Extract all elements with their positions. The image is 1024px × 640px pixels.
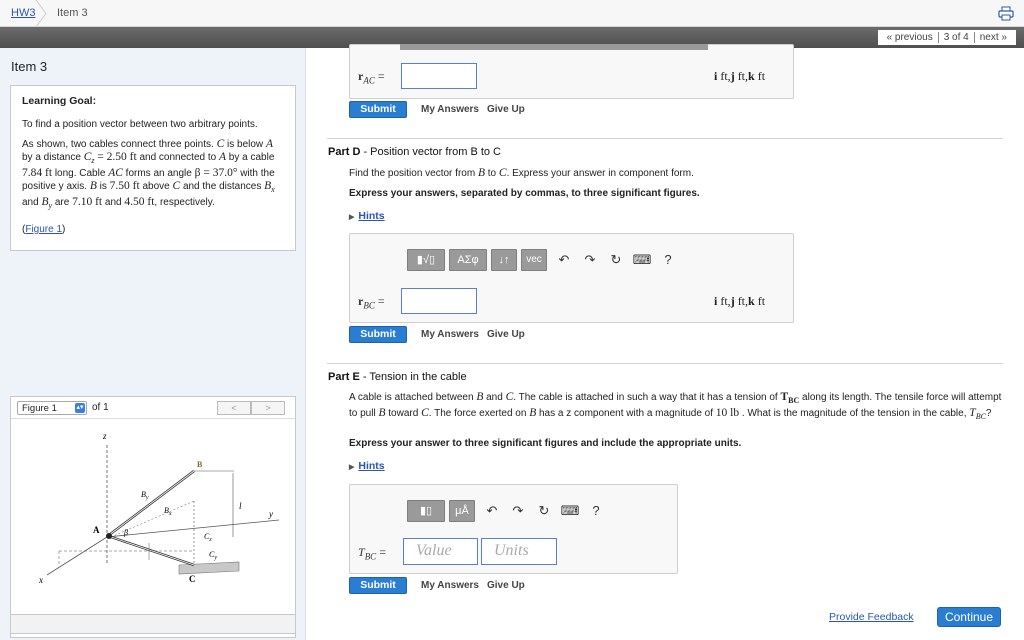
previous-link[interactable]: « previous — [882, 32, 938, 43]
part-d-instruction: Find the position vector from B to C. Ex… — [349, 167, 694, 179]
part-d-input[interactable] — [401, 288, 477, 314]
continue-button[interactable]: Continue — [937, 607, 1001, 627]
part-c-my-answers[interactable]: My Answers — [421, 104, 479, 115]
part-e-submit-button[interactable]: Submit — [349, 577, 407, 594]
figure-next-button[interactable]: > — [251, 401, 285, 415]
undo-icon[interactable]: ↶ — [551, 249, 577, 271]
figure-select[interactable]: Figure 1 ▴▾ — [17, 401, 87, 415]
figure-diagram: z y x A B C By Bx β Cz Cy l — [38, 431, 279, 585]
print-icon[interactable] — [998, 6, 1014, 21]
part-e-hints[interactable]: ▶ Hints — [349, 460, 385, 472]
part-c-units: i ft,j ft,k ft — [714, 69, 766, 83]
fig-label-cy: Cy — [209, 550, 217, 561]
value-input[interactable]: Value — [403, 538, 478, 565]
units-input[interactable]: Units — [481, 538, 557, 565]
part-c-input[interactable] — [401, 63, 477, 89]
figure-nav: < > — [217, 401, 285, 415]
learning-goal-heading: Learning Goal: — [22, 95, 97, 107]
learning-goal-box: Learning Goal: To find a position vector… — [10, 85, 296, 251]
learning-goal-text: To find a position vector between two ar… — [22, 119, 258, 130]
part-d-units: i ft,j ft,k ft — [714, 294, 766, 308]
next-link[interactable]: next » — [975, 32, 1012, 43]
part-e-label: TBC = — [358, 545, 386, 562]
part-e-bold-instruction: Express your answer to three significant… — [349, 438, 742, 449]
help-icon[interactable]: ? — [583, 500, 609, 522]
pager-position: 3 of 4 — [943, 32, 969, 43]
fig-label-cz: Cz — [204, 532, 212, 543]
expand-arrow-icon: ▶ — [349, 214, 355, 221]
figure-prev-button[interactable]: < — [217, 401, 251, 415]
part-e-instruction: A cable is attached between B and C. The… — [349, 391, 1002, 421]
fig-label-beta: β — [123, 528, 128, 537]
expand-arrow-icon: ▶ — [349, 464, 355, 471]
greek-button[interactable]: ΑΣφ — [449, 249, 487, 271]
fig-label-y: y — [268, 509, 273, 519]
reset-icon[interactable]: ↻ — [531, 500, 557, 522]
left-panel-footer — [10, 614, 296, 634]
left-panel: Item 3 Learning Goal: To find a position… — [0, 48, 306, 640]
breadcrumb-separator-icon — [35, 0, 47, 27]
fig-label-a: A — [93, 525, 100, 535]
figure-toolbar: Figure 1 ▴▾ of 1 < > — [11, 397, 295, 419]
part-c-submit-button[interactable]: Submit — [349, 101, 407, 118]
breadcrumb-hw3[interactable]: HW3 — [11, 7, 35, 19]
fig-label-l: l — [239, 501, 242, 511]
part-e-toolbar: ▮▯ μÅ ↶ ↷ ↻ ⌨ ? — [407, 500, 609, 522]
figure-count: of 1 — [92, 402, 109, 413]
fig-label-z: z — [102, 431, 107, 441]
part-c-toolbar-remnant — [400, 44, 708, 50]
part-d-my-answers[interactable]: My Answers — [421, 329, 479, 340]
part-divider — [327, 363, 1003, 364]
vec-button[interactable]: vec — [521, 249, 547, 271]
part-d-bold-instruction: Express your answers, separated by comma… — [349, 188, 700, 199]
templates-button[interactable]: ▮√▯ — [407, 249, 445, 271]
part-d-title: Part D - Position vector from B to C — [328, 146, 502, 158]
part-d-hints[interactable]: ▶ Hints — [349, 210, 385, 222]
redo-icon[interactable]: ↷ — [577, 249, 603, 271]
redo-icon[interactable]: ↷ — [505, 500, 531, 522]
help-icon[interactable]: ? — [655, 249, 681, 271]
keyboard-icon[interactable]: ⌨ — [629, 249, 655, 271]
fig-label-by: By — [141, 490, 149, 501]
keyboard-icon[interactable]: ⌨ — [557, 500, 583, 522]
problem-statement: As shown, two cables connect three point… — [22, 138, 275, 210]
part-d-label: rBC = — [358, 294, 385, 311]
figure-box: Figure 1 ▴▾ of 1 < > z y x A B C By Bx β… — [10, 396, 296, 638]
select-arrow-icon: ▴▾ — [75, 403, 85, 413]
part-e-my-answers[interactable]: My Answers — [421, 580, 479, 591]
part-divider — [327, 138, 1003, 139]
fig-label-bx: Bx — [164, 506, 172, 517]
figure-link[interactable]: Figure 1 — [25, 223, 62, 236]
pager: « previous 3 of 4 next » — [877, 30, 1016, 45]
top-bar: HW3 Item 3 — [0, 0, 1024, 27]
part-d-give-up[interactable]: Give Up — [487, 329, 525, 340]
fig-label-c: C — [189, 574, 196, 584]
part-e-give-up[interactable]: Give Up — [487, 580, 525, 591]
templates-button[interactable]: ▮▯ — [407, 500, 445, 522]
part-c-give-up[interactable]: Give Up — [487, 104, 525, 115]
fig-label-x: x — [38, 575, 43, 585]
provide-feedback-link[interactable]: Provide Feedback — [829, 611, 914, 623]
breadcrumb-item3: Item 3 — [57, 7, 88, 19]
item-title: Item 3 — [11, 59, 48, 74]
reset-icon[interactable]: ↻ — [603, 249, 629, 271]
part-c-label: rAC = — [358, 69, 385, 86]
subscript-button[interactable]: ↓↑ — [491, 249, 517, 271]
undo-icon[interactable]: ↶ — [479, 500, 505, 522]
part-e-title: Part E - Tension in the cable — [328, 371, 467, 383]
part-d-submit-button[interactable]: Submit — [349, 326, 407, 343]
fig-label-b: B — [197, 460, 203, 469]
units-button[interactable]: μÅ — [449, 500, 475, 522]
part-d-toolbar: ▮√▯ ΑΣφ ↓↑ vec ↶ ↷ ↻ ⌨ ? — [407, 249, 681, 271]
